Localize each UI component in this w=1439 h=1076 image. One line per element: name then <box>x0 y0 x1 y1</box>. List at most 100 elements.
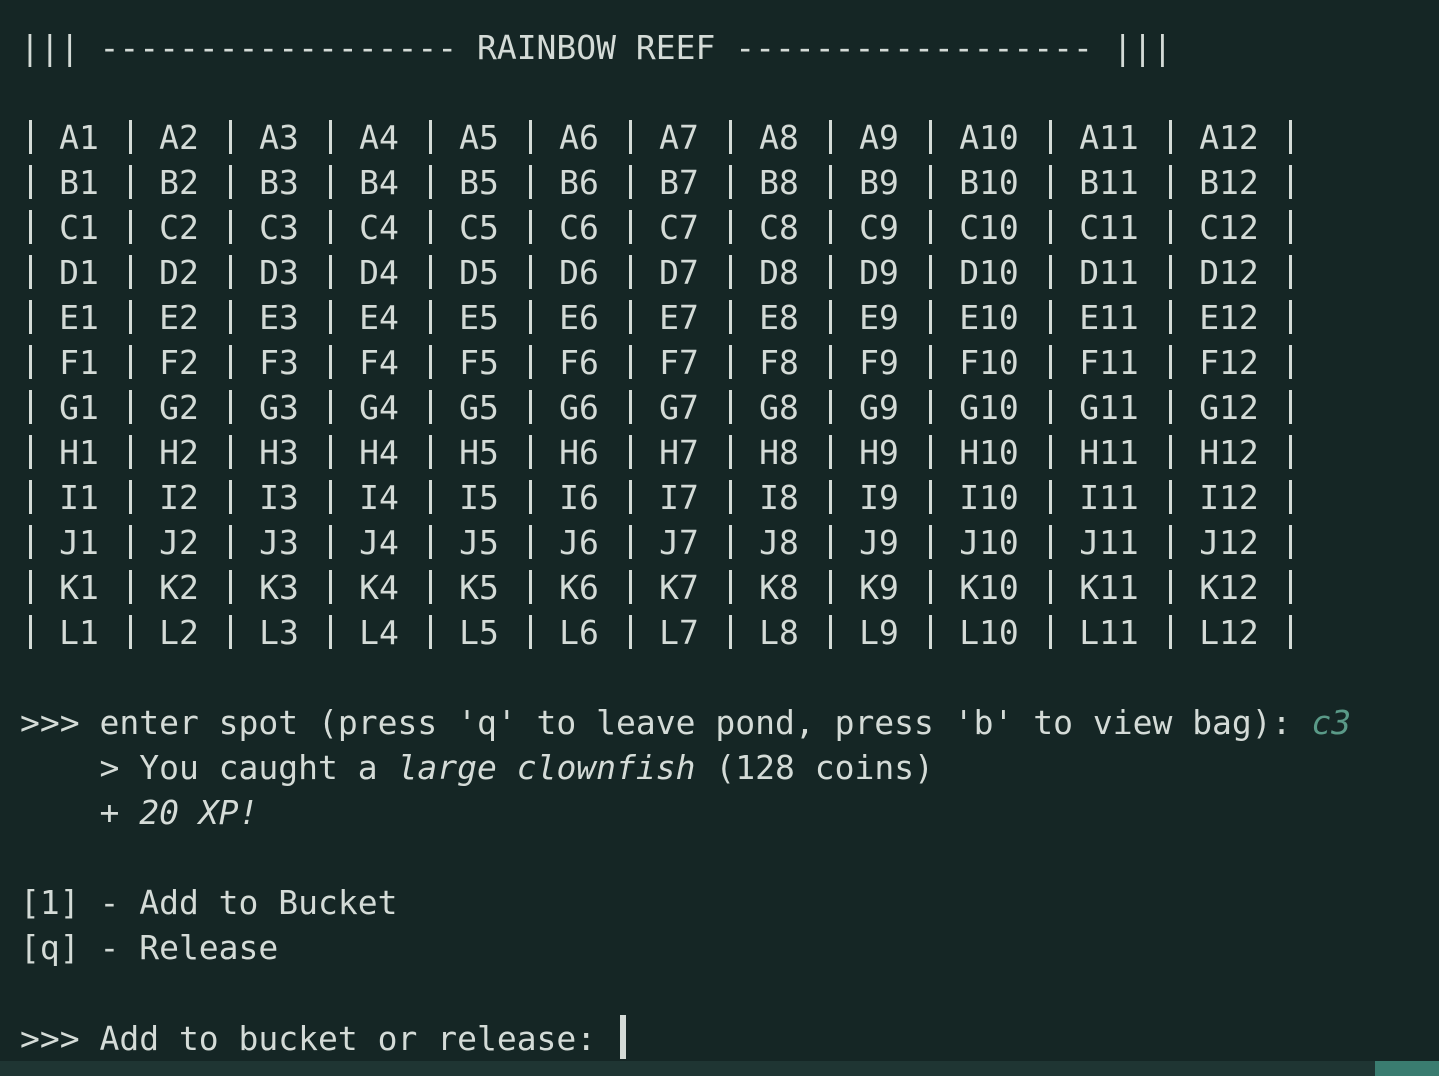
grid-cell[interactable]: C3 <box>229 205 329 250</box>
grid-cell[interactable]: C9 <box>829 205 929 250</box>
grid-cell[interactable]: J5 <box>429 520 529 565</box>
grid-cell[interactable]: L5 <box>429 610 529 655</box>
grid-cell[interactable]: E11 <box>1049 295 1169 340</box>
grid-cell[interactable]: A12 <box>1169 115 1289 160</box>
grid-cell[interactable]: E5 <box>429 295 529 340</box>
grid-cell[interactable]: A7 <box>629 115 729 160</box>
grid-cell[interactable]: D4 <box>329 250 429 295</box>
grid-cell[interactable]: G6 <box>529 385 629 430</box>
option-add-to-bucket[interactable]: [1] - Add to Bucket <box>20 880 398 925</box>
grid-cell[interactable]: K6 <box>529 565 629 610</box>
grid-cell[interactable]: J9 <box>829 520 929 565</box>
grid-cell[interactable]: H10 <box>929 430 1049 475</box>
grid-cell[interactable]: L3 <box>229 610 329 655</box>
grid-cell[interactable]: D7 <box>629 250 729 295</box>
grid-cell[interactable]: E8 <box>729 295 829 340</box>
grid-cell[interactable]: G1 <box>29 385 129 430</box>
grid-cell[interactable]: I6 <box>529 475 629 520</box>
grid-cell[interactable]: H12 <box>1169 430 1289 475</box>
grid-cell[interactable]: I8 <box>729 475 829 520</box>
grid-cell[interactable]: A5 <box>429 115 529 160</box>
grid-cell[interactable]: H9 <box>829 430 929 475</box>
grid-cell[interactable]: E7 <box>629 295 729 340</box>
grid-cell[interactable]: F7 <box>629 340 729 385</box>
grid-cell[interactable]: L12 <box>1169 610 1289 655</box>
grid-cell[interactable]: I10 <box>929 475 1049 520</box>
grid-cell[interactable]: G2 <box>129 385 229 430</box>
grid-cell[interactable]: C2 <box>129 205 229 250</box>
grid-cell[interactable]: C7 <box>629 205 729 250</box>
grid-cell[interactable]: C8 <box>729 205 829 250</box>
grid-cell[interactable]: B6 <box>529 160 629 205</box>
grid-cell[interactable]: A2 <box>129 115 229 160</box>
grid-cell[interactable]: E1 <box>29 295 129 340</box>
grid-cell[interactable]: J7 <box>629 520 729 565</box>
grid-cell[interactable]: E2 <box>129 295 229 340</box>
grid-cell[interactable]: C1 <box>29 205 129 250</box>
grid-cell[interactable]: D3 <box>229 250 329 295</box>
grid-cell[interactable]: B4 <box>329 160 429 205</box>
grid-cell[interactable]: J4 <box>329 520 429 565</box>
grid-cell[interactable]: I5 <box>429 475 529 520</box>
grid-cell[interactable]: A1 <box>29 115 129 160</box>
grid-cell[interactable]: K9 <box>829 565 929 610</box>
grid-cell[interactable]: A8 <box>729 115 829 160</box>
grid-cell[interactable]: A10 <box>929 115 1049 160</box>
grid-cell[interactable]: E4 <box>329 295 429 340</box>
grid-cell[interactable]: B2 <box>129 160 229 205</box>
grid-cell[interactable]: J8 <box>729 520 829 565</box>
grid-cell[interactable]: E9 <box>829 295 929 340</box>
grid-cell[interactable]: I7 <box>629 475 729 520</box>
grid-cell[interactable]: H1 <box>29 430 129 475</box>
status-bar-tab[interactable] <box>1375 1061 1439 1076</box>
grid-cell[interactable]: G4 <box>329 385 429 430</box>
grid-cell[interactable]: L2 <box>129 610 229 655</box>
grid-cell[interactable]: L7 <box>629 610 729 655</box>
grid-cell[interactable]: J12 <box>1169 520 1289 565</box>
grid-cell[interactable]: F11 <box>1049 340 1169 385</box>
grid-cell[interactable]: B12 <box>1169 160 1289 205</box>
grid-cell[interactable]: K11 <box>1049 565 1169 610</box>
grid-cell[interactable]: L4 <box>329 610 429 655</box>
grid-cell[interactable]: B10 <box>929 160 1049 205</box>
grid-cell[interactable]: E6 <box>529 295 629 340</box>
grid-cell[interactable]: H3 <box>229 430 329 475</box>
grid-cell[interactable]: I11 <box>1049 475 1169 520</box>
grid-cell[interactable]: I4 <box>329 475 429 520</box>
grid-cell[interactable]: A4 <box>329 115 429 160</box>
grid-cell[interactable]: D10 <box>929 250 1049 295</box>
grid-cell[interactable]: G9 <box>829 385 929 430</box>
grid-cell[interactable]: B1 <box>29 160 129 205</box>
grid-cell[interactable]: L11 <box>1049 610 1169 655</box>
grid-cell[interactable]: F6 <box>529 340 629 385</box>
grid-cell[interactable]: B5 <box>429 160 529 205</box>
grid-cell[interactable]: H4 <box>329 430 429 475</box>
grid-cell[interactable]: J1 <box>29 520 129 565</box>
grid-cell[interactable]: I9 <box>829 475 929 520</box>
grid-cell[interactable]: G8 <box>729 385 829 430</box>
grid-cell[interactable]: D9 <box>829 250 929 295</box>
grid-cell[interactable]: A6 <box>529 115 629 160</box>
grid-cell[interactable]: G12 <box>1169 385 1289 430</box>
grid-cell[interactable]: G3 <box>229 385 329 430</box>
grid-cell[interactable]: F5 <box>429 340 529 385</box>
grid-cell[interactable]: J11 <box>1049 520 1169 565</box>
grid-cell[interactable]: I12 <box>1169 475 1289 520</box>
grid-cell[interactable]: C4 <box>329 205 429 250</box>
grid-cell[interactable]: F3 <box>229 340 329 385</box>
grid-cell[interactable]: F2 <box>129 340 229 385</box>
grid-cell[interactable]: K12 <box>1169 565 1289 610</box>
grid-cell[interactable]: A9 <box>829 115 929 160</box>
grid-cell[interactable]: G11 <box>1049 385 1169 430</box>
grid-cell[interactable]: A3 <box>229 115 329 160</box>
grid-cell[interactable]: L10 <box>929 610 1049 655</box>
grid-cell[interactable]: L8 <box>729 610 829 655</box>
grid-cell[interactable]: H5 <box>429 430 529 475</box>
grid-cell[interactable]: G7 <box>629 385 729 430</box>
grid-cell[interactable]: C12 <box>1169 205 1289 250</box>
grid-cell[interactable]: J10 <box>929 520 1049 565</box>
grid-cell[interactable]: I3 <box>229 475 329 520</box>
grid-cell[interactable]: B11 <box>1049 160 1169 205</box>
grid-cell[interactable]: B8 <box>729 160 829 205</box>
grid-cell[interactable]: K3 <box>229 565 329 610</box>
